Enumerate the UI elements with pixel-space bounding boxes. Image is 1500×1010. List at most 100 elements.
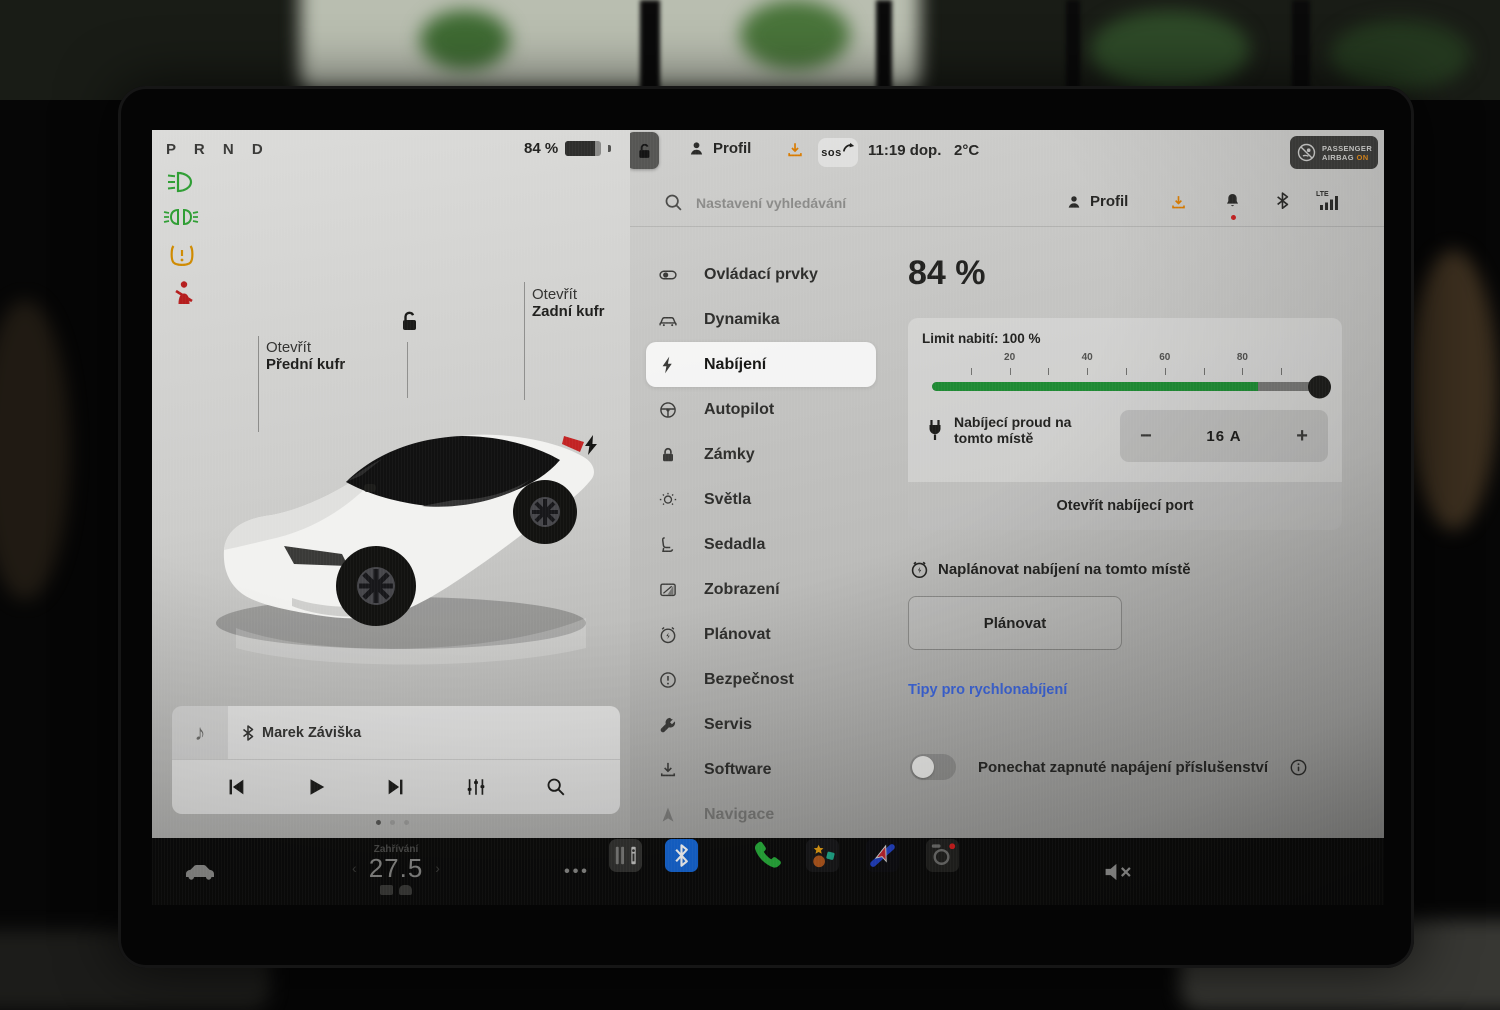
airbag-status: ON (1356, 153, 1368, 162)
mute-icon[interactable] (1098, 838, 1142, 905)
sidebar-item-label: Autopilot (704, 401, 774, 419)
car-controls-button[interactable] (180, 838, 220, 905)
charge-current-stepper: − 16 A + (1120, 410, 1328, 462)
rear-trunk-label: Zadní kufr (532, 303, 605, 320)
sidebar-item-planovat[interactable]: Plánovat (646, 612, 876, 657)
sidebar-item-bezpecnost[interactable]: Bezpečnost (646, 657, 876, 702)
info-icon[interactable] (1290, 759, 1307, 776)
sidebar-item-navigace[interactable]: Navigace (646, 792, 876, 837)
vehicle-unlocked-tab[interactable] (630, 132, 659, 169)
next-track-button[interactable] (385, 776, 407, 798)
person-icon (688, 140, 705, 157)
notifications-bell-icon[interactable] (1224, 192, 1241, 211)
sos-arrow-icon (843, 142, 855, 154)
tire-pressure-warning-icon (169, 243, 195, 268)
accessory-power-toggle[interactable] (910, 754, 956, 780)
bluetooth-app-icon[interactable] (663, 838, 699, 873)
play-button[interactable] (305, 776, 327, 798)
phone-app-icon[interactable] (748, 838, 784, 873)
search-icon[interactable] (664, 193, 683, 212)
sidebar-item-zobrazeni[interactable]: Zobrazení (646, 567, 876, 612)
car-image (196, 378, 626, 668)
schedule-button[interactable]: Plánovat (908, 596, 1122, 650)
alert-circle-icon (658, 670, 678, 690)
sidebar-item-label: Navigace (704, 806, 774, 824)
search-row: Nastavení vyhledávání Profil LTE (630, 180, 1384, 227)
temp-increase-arrow[interactable]: › (435, 860, 440, 876)
front-trunk-button[interactable]: Otevřít Přední kufr (266, 339, 345, 373)
backdrop-mullion (1292, 0, 1310, 100)
limit-slider-knob[interactable] (1308, 375, 1331, 398)
battery-icon-fill (565, 141, 595, 156)
slider-tick-label: 60 (1159, 352, 1170, 363)
sidebar-item-software[interactable]: Software (646, 747, 876, 792)
sidebar-item-ovladaci-prvky[interactable]: Ovládací prvky (646, 252, 876, 297)
battery-percent-label: 84 % (524, 140, 558, 157)
slider-minor-tick (1087, 368, 1088, 375)
equalizer-button[interactable] (465, 776, 487, 798)
charge-percent-heading: 84 % (908, 254, 986, 293)
position-lamps-icon (163, 208, 199, 226)
sidebar-item-servis[interactable]: Servis (646, 702, 876, 747)
profile-label: Profil (1090, 193, 1128, 210)
schedule-clock-icon (910, 560, 929, 579)
sidebar-item-nabijeni[interactable]: Nabíjení (646, 342, 876, 387)
app-launcher-button[interactable]: ••• (552, 838, 602, 905)
search-profile[interactable]: Profil (1066, 193, 1128, 210)
rear-trunk-button[interactable]: Otevřít Zadní kufr (532, 286, 605, 320)
update-download-icon[interactable] (786, 141, 804, 160)
temp-decrease-arrow[interactable]: ‹ (352, 860, 357, 876)
schedule-button-label: Plánovat (984, 615, 1047, 632)
backdrop-plant (420, 10, 510, 70)
battery-status: 84 % (524, 140, 611, 157)
bluetooth-audio-icon (242, 725, 254, 741)
arcade-app-icon[interactable] (804, 838, 840, 873)
sos-label: sos (821, 147, 841, 159)
previous-track-button[interactable] (225, 776, 247, 798)
backdrop-mullion (640, 0, 660, 100)
slider-tick-label: 40 (1082, 352, 1093, 363)
screen: P R N D 84 % Otevřít Přední kufr (152, 130, 1384, 905)
camera-app-icon[interactable] (924, 838, 960, 873)
sidebar-item-sedadla[interactable]: Sedadla (646, 522, 876, 567)
profile-status[interactable]: Profil (688, 140, 751, 157)
open-charge-port-button[interactable]: Otevřít nabíjecí port (908, 482, 1342, 530)
sidebar-item-dynamika[interactable]: Dynamika (646, 297, 876, 342)
sidebar-item-svetla[interactable]: Světla (646, 477, 876, 522)
clock: 11:19 dop. (868, 142, 941, 159)
increase-current-button[interactable]: + (1296, 425, 1308, 448)
slider-tick-label: 20 (1004, 352, 1015, 363)
display-icon (658, 580, 678, 600)
defrost-icon[interactable] (399, 885, 412, 895)
airbag-line2: AIRBAG (1322, 153, 1354, 162)
sos-badge[interactable]: sos (818, 138, 858, 167)
seat-heater-icon[interactable] (380, 885, 393, 895)
backdrop-mullion (876, 0, 892, 100)
navigation-app-icon[interactable] (864, 838, 900, 873)
sidebar-item-label: Ovládací prvky (704, 266, 818, 284)
light-icon (658, 490, 678, 510)
unlock-icon[interactable] (394, 308, 420, 334)
fast-charge-tips-link[interactable]: Tipy pro rychlonabíjení (908, 682, 1067, 698)
decrease-current-button[interactable]: − (1140, 425, 1152, 448)
media-page-dots[interactable] (376, 820, 409, 825)
interior-temp-value[interactable]: 27.5 (369, 855, 424, 881)
backdrop-plant (1330, 20, 1470, 90)
backdrop-top-band (0, 0, 1500, 100)
bluetooth-icon[interactable] (1276, 192, 1289, 211)
search-input[interactable]: Nastavení vyhledávání (696, 195, 846, 211)
sidebar-item-label: Sedadla (704, 536, 765, 554)
sidebar-menu: Ovládací prvky DynamikaNabíjení Autopilot Z… (646, 252, 876, 837)
wrench-icon (658, 715, 678, 735)
media-source-row[interactable]: ♪ Marek Záviška (172, 706, 620, 760)
media-player: ♪ Marek Záviška (172, 706, 620, 814)
climate-temperature-control[interactable]: Zahřívání ‹ 27.5 › (338, 838, 454, 905)
backdrop-wood-right (1408, 250, 1498, 530)
calendar-app-icon[interactable] (607, 838, 643, 873)
sidebar-item-autopilot[interactable]: Autopilot (646, 387, 876, 432)
downloads-icon[interactable] (1170, 194, 1187, 212)
media-search-button[interactable] (545, 776, 567, 798)
sidebar-item-zamky[interactable]: Zámky (646, 432, 876, 477)
limit-slider[interactable] (932, 382, 1320, 391)
limit-slider-fill (932, 382, 1258, 391)
